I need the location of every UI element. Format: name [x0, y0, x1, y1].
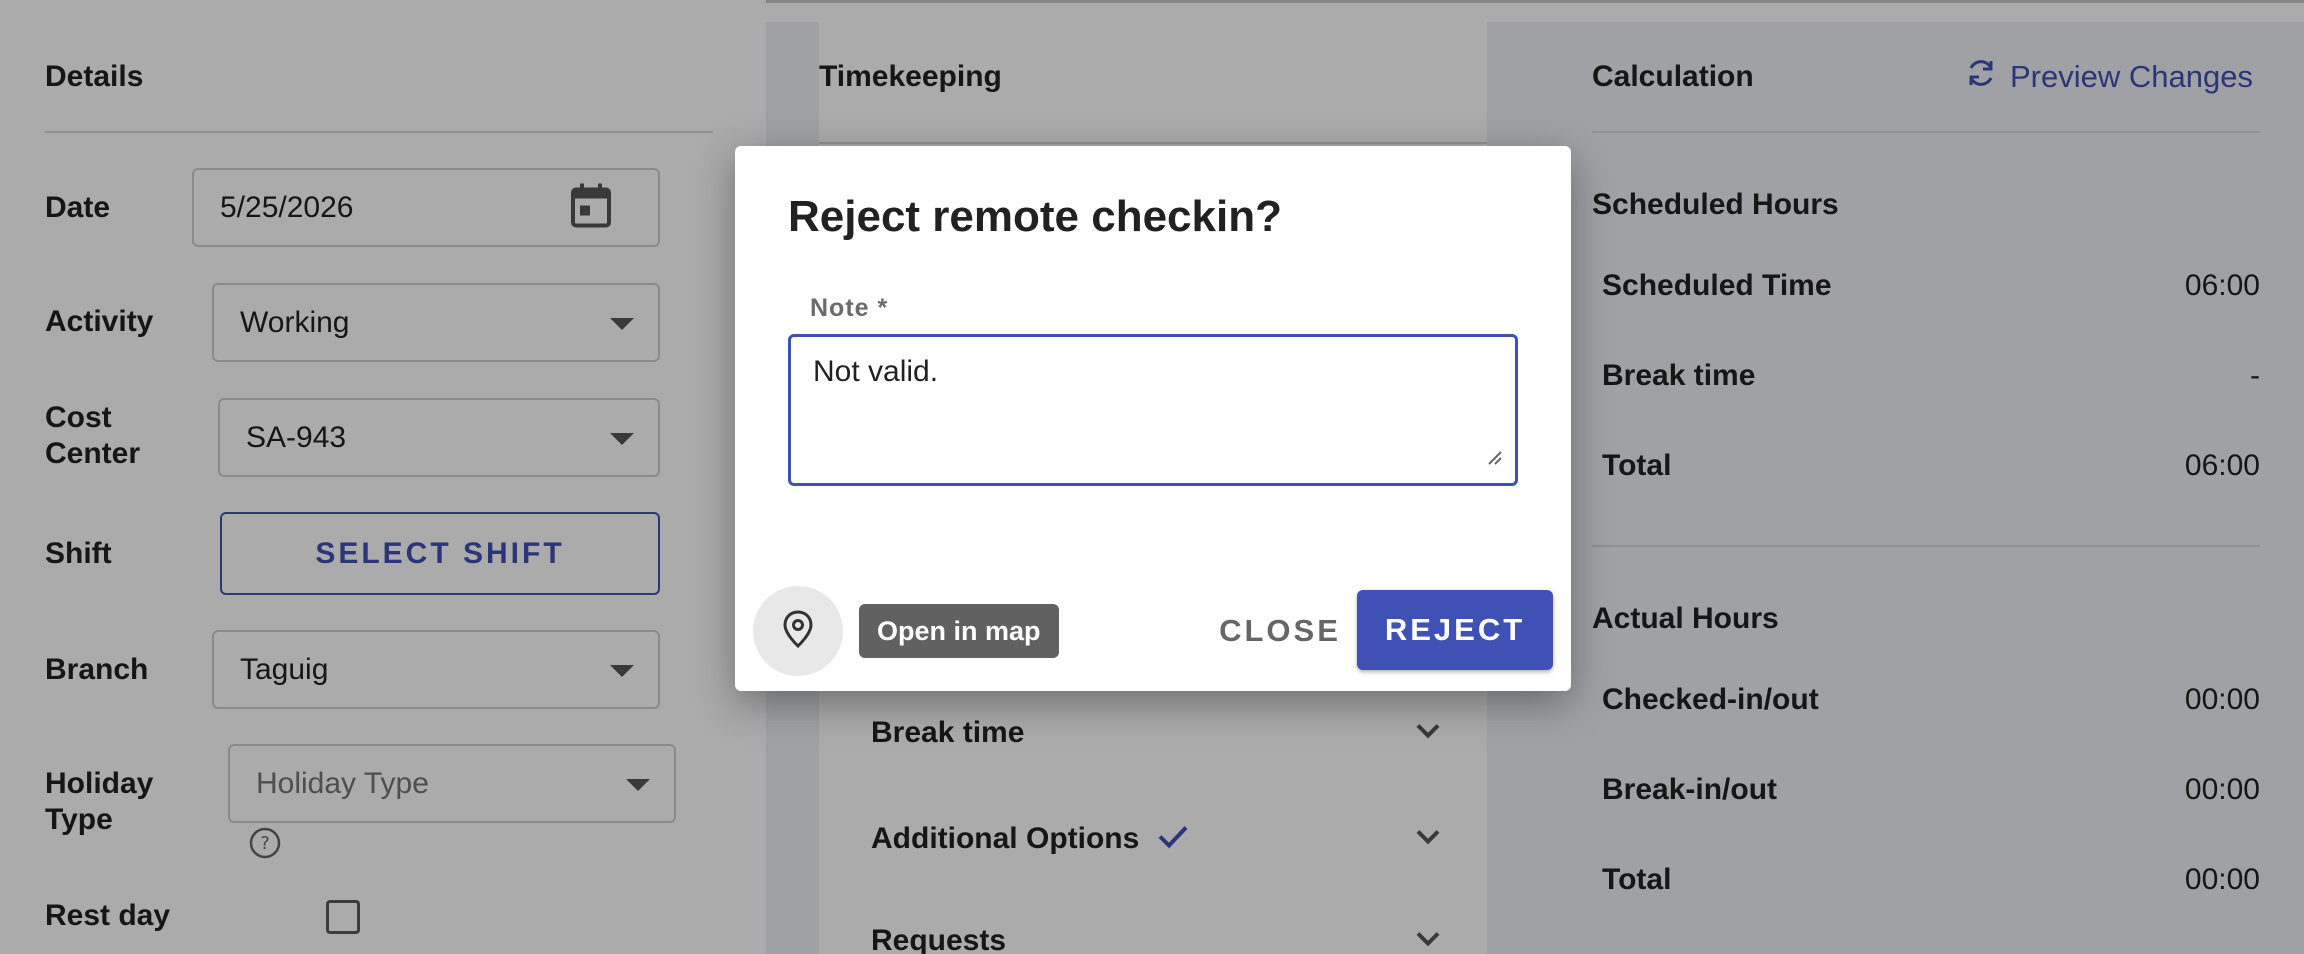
- close-button[interactable]: CLOSE: [1200, 592, 1360, 670]
- open-in-map-tooltip: Open in map: [859, 604, 1059, 658]
- dialog-title: Reject remote checkin?: [788, 192, 1282, 241]
- open-map-button[interactable]: [753, 586, 843, 676]
- reject-button[interactable]: REJECT: [1357, 590, 1553, 670]
- resize-handle-icon[interactable]: [1485, 448, 1503, 471]
- map-pin-icon: [781, 609, 815, 654]
- note-label: Note *: [810, 294, 889, 322]
- reject-checkin-dialog: Reject remote checkin? Note * Open in ma…: [735, 146, 1571, 691]
- note-field[interactable]: [788, 334, 1518, 486]
- note-textarea[interactable]: [813, 355, 1493, 465]
